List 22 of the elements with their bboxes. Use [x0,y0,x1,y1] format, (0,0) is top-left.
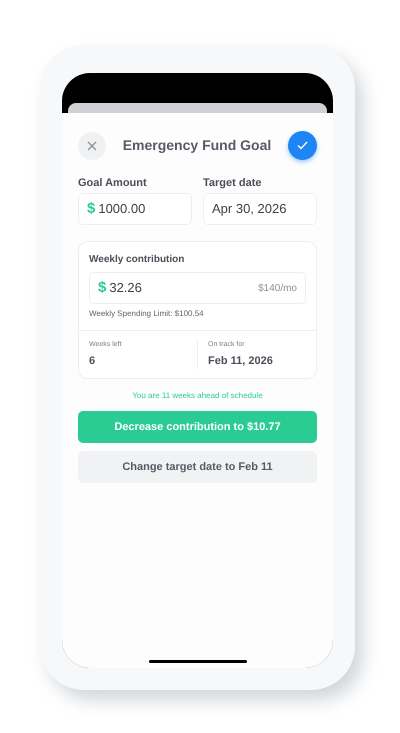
field-label: Target date [203,176,262,190]
card-title: Weekly contribution [89,253,186,267]
contribution-field[interactable]: $ 32.26 $140/mo [89,272,306,304]
status-message: You are 11 weeks ahead of schedule [131,390,264,402]
field-label: Goal Amount [78,176,148,190]
currency-symbol: $ [87,198,96,219]
stat-value: 6 [89,354,96,368]
close-icon [87,140,97,150]
input-field[interactable]: Apr 30, 2026 [203,193,317,225]
screen-title: Emergency Fund Goal [122,136,272,155]
input-field[interactable]: $ 1000.00 [78,193,192,225]
close-button[interactable] [78,132,106,160]
checkmark-icon [297,141,308,150]
field-value: Apr 30, 2026 [212,200,286,218]
field-value: 1000.00 [98,200,146,218]
stat-value: Feb 11, 2026 [208,354,274,368]
change-date-button[interactable]: Change target date to Feb 11 [78,451,317,483]
confirm-button[interactable] [288,131,317,160]
field-value: 32.26 [109,279,142,298]
currency-symbol: $ [98,278,106,298]
monthly-amount: $140/mo [258,282,297,296]
spending-limit-text: Weekly Spending Limit: $100.54 [89,308,205,320]
